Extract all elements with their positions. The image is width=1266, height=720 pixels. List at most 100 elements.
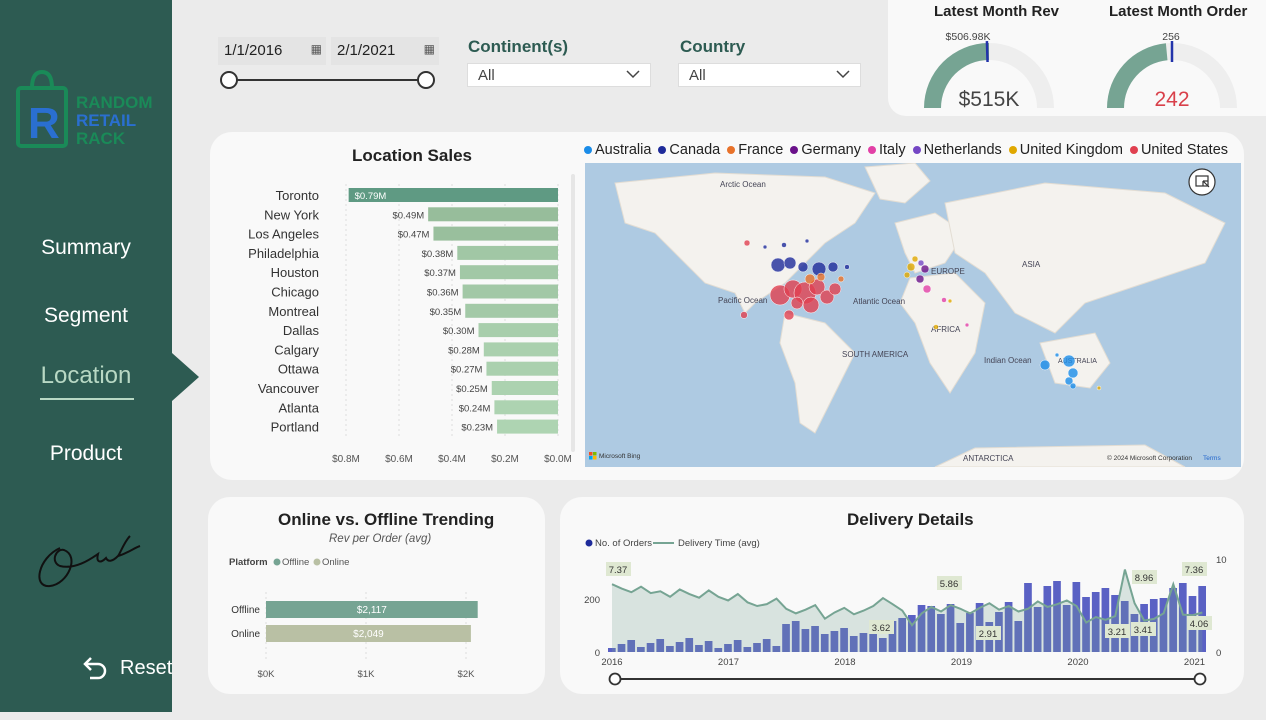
online-offline-chart[interactable]: Platform Offline Online $0K $1K $2K Offline $2,…	[214, 550, 540, 685]
sales-bubble[interactable]	[804, 273, 816, 285]
location-sales-chart[interactable]: $0.8M $0.6M $0.4M $0.2M $0.0M Toronto $0.79M Ne…	[214, 170, 580, 470]
sales-bubble[interactable]	[964, 322, 970, 328]
continent-dropdown[interactable]: All	[467, 63, 651, 87]
delivery-slider-start-handle[interactable]	[608, 672, 622, 686]
sales-bubble[interactable]	[903, 271, 911, 279]
x-tick-label: $0.4M	[438, 454, 466, 465]
sales-bubble[interactable]	[1067, 367, 1079, 379]
map-legend-item[interactable]: Canada	[658, 142, 720, 158]
map-legend-item[interactable]: France	[727, 142, 783, 158]
calendar-icon[interactable]: ▦	[311, 42, 322, 56]
calendar-icon[interactable]: ▦	[424, 42, 435, 56]
legend-dot	[1129, 146, 1138, 154]
map-legend-item[interactable]: Italy	[868, 142, 906, 158]
city-label: New York	[264, 207, 319, 222]
nav-location[interactable]: Location	[0, 362, 172, 390]
date-slider-start-handle[interactable]	[220, 71, 238, 89]
map-region-label: SOUTH AMERICA	[842, 350, 909, 359]
country-dropdown[interactable]: All	[678, 63, 861, 87]
map-legend-item[interactable]: Germany	[790, 142, 861, 158]
sales-bubble[interactable]	[1054, 352, 1060, 358]
sales-bubble[interactable]	[790, 296, 804, 310]
sales-bubble[interactable]	[917, 259, 925, 267]
sales-bar[interactable]	[459, 265, 558, 280]
sales-bubble[interactable]	[920, 264, 930, 274]
sales-bubble[interactable]	[915, 274, 925, 284]
bar-value-label: $0.37M	[424, 268, 456, 279]
delivery-legend-label: Delivery Time (avg)	[678, 538, 760, 549]
sales-bubble[interactable]	[781, 242, 787, 248]
bar-value-label: $0.25M	[456, 384, 488, 395]
x-tick-label: 2016	[601, 657, 622, 668]
date-slider-end-handle[interactable]	[417, 71, 435, 89]
reset-button[interactable]: Reset	[80, 654, 172, 682]
brand-logo: R RANDOM RETAIL RACK	[16, 69, 153, 148]
map-region-label: Arctic Ocean	[720, 180, 766, 189]
sales-bubble[interactable]	[837, 275, 845, 283]
nav-product[interactable]: Product	[0, 442, 172, 466]
sales-bar[interactable]	[428, 207, 558, 222]
country-value: All	[689, 67, 706, 84]
sales-bubble[interactable]	[827, 261, 839, 273]
sales-bubble[interactable]	[828, 282, 842, 296]
sales-bubble[interactable]	[816, 272, 826, 282]
scrollbar[interactable]	[571, 174, 575, 452]
order-kpi-value: 242	[1154, 88, 1189, 111]
rev-gauge-target-marker	[985, 40, 989, 63]
sales-bar[interactable]	[491, 381, 558, 395]
platform-label: Offline	[231, 605, 260, 616]
svg-text:RANDOM: RANDOM	[76, 93, 153, 112]
sales-bar[interactable]	[483, 342, 558, 357]
sales-map[interactable]: Arctic Ocean Pacific Ocean Atlantic Ocean I…	[585, 163, 1241, 467]
focus-mode-icon[interactable]	[1188, 168, 1216, 196]
sales-bubble[interactable]	[743, 239, 751, 247]
sales-bar[interactable]	[433, 226, 558, 241]
left-axis-tick: 200	[584, 595, 600, 606]
bar-value-label: $0.36M	[427, 288, 459, 299]
sales-bubble[interactable]	[783, 256, 797, 270]
sales-bubble[interactable]	[911, 255, 919, 263]
sales-bar[interactable]	[457, 245, 558, 260]
map-legend-item[interactable]: United Kingdom	[1008, 142, 1123, 158]
sales-bubble[interactable]	[947, 298, 953, 304]
delivery-callout: 7.36	[1185, 565, 1204, 576]
sales-bubble[interactable]	[906, 262, 916, 272]
sales-bubble[interactable]	[804, 238, 810, 244]
map-terms-link[interactable]: Terms	[1203, 455, 1221, 462]
delivery-callout: 2.91	[979, 629, 998, 640]
map-legend-item[interactable]: Australia	[584, 142, 651, 158]
date-slider-track[interactable]	[230, 79, 426, 81]
sales-bubble[interactable]	[1096, 385, 1102, 391]
sales-bubble[interactable]	[762, 244, 768, 250]
start-date-input[interactable]: 1/1/2016 ▦	[218, 37, 326, 65]
nav-segment[interactable]: Segment	[0, 304, 172, 328]
delivery-slider-end-handle[interactable]	[1193, 672, 1207, 686]
sales-bubble[interactable]	[1039, 359, 1051, 371]
legend-label: France	[738, 142, 784, 158]
sales-bubble[interactable]	[740, 311, 748, 319]
x-tick-label: $0K	[258, 669, 276, 680]
map-legend-item[interactable]: Netherlands	[912, 142, 1002, 158]
sales-bar[interactable]	[486, 361, 558, 376]
sales-bubble[interactable]	[1069, 382, 1077, 390]
sales-bubble[interactable]	[941, 297, 947, 303]
sales-bubble[interactable]	[797, 261, 809, 273]
sales-bar[interactable]	[497, 419, 558, 434]
end-date-input[interactable]: 2/1/2021 ▦	[331, 37, 439, 65]
sales-bubble[interactable]	[933, 324, 939, 330]
nav-summary[interactable]: Summary	[0, 236, 172, 260]
nav-active-underline	[40, 398, 134, 400]
sales-bar[interactable]	[494, 400, 558, 415]
sales-bubble[interactable]	[1062, 354, 1076, 368]
delivery-chart[interactable]: No. of Orders Delivery Time (avg) 200 0 10 0 7…	[570, 532, 1234, 690]
sales-bubble[interactable]	[783, 309, 795, 321]
sales-bubble[interactable]	[922, 284, 932, 294]
sales-bubble[interactable]	[844, 264, 850, 270]
sales-bar[interactable]	[462, 284, 558, 299]
sales-bubble[interactable]	[770, 257, 786, 273]
map-region-label: ASIA	[1022, 260, 1041, 269]
map-legend-item[interactable]: United States	[1129, 142, 1228, 158]
sales-bar[interactable]	[478, 323, 559, 338]
sales-bubble[interactable]	[802, 296, 820, 314]
sales-bar[interactable]	[465, 303, 558, 318]
